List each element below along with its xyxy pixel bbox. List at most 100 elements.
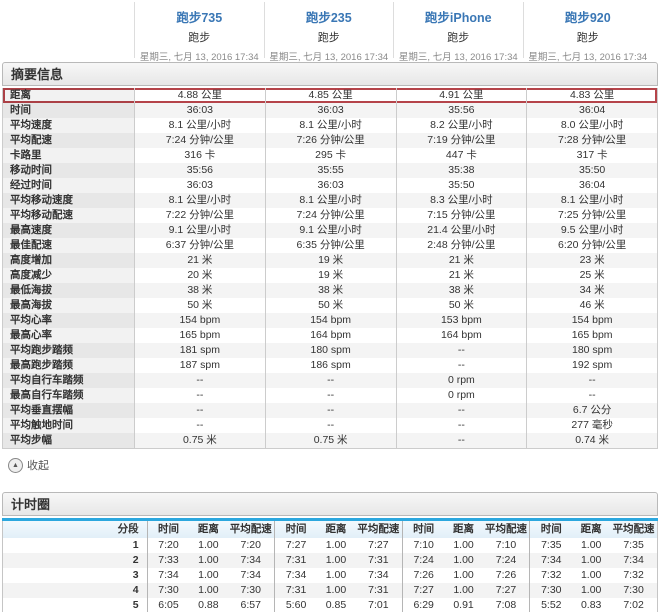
metric-value-col1: 181 spm <box>134 343 265 358</box>
metric-value-col2: 38 米 <box>264 283 396 298</box>
metric-label: 平均垂直摆幅 <box>3 403 134 418</box>
summary-section-header: 摘要信息 <box>2 62 658 86</box>
summary-row[interactable]: 最佳配速 6:37 分钟/公里 6:35 分钟/公里 2:48 分钟/公里 6:20 分… <box>3 238 657 253</box>
summary-row[interactable]: 卡路里 316 卡 295 卡 447 卡 317 卡 <box>3 148 657 163</box>
summary-row[interactable]: 平均垂直摆幅 -- -- -- 6.7 公分 <box>3 403 657 418</box>
summary-row[interactable]: 最低海拔 38 米 38 米 38 米 34 米 <box>3 283 657 298</box>
lap-group-col4: 5:52 0.83 7:02 <box>529 598 657 612</box>
metric-value-col3: -- <box>395 343 527 358</box>
metric-label: 平均跑步踏频 <box>3 343 134 358</box>
lap-group-col1: 7:20 1.00 7:20 <box>146 538 275 553</box>
lap-time: 7:30 <box>541 584 562 596</box>
lap-pace: 7:34 <box>623 554 644 566</box>
metric-label: 最高跑步踏频 <box>3 358 134 373</box>
metric-value-col4: 4.83 公里 <box>526 88 657 103</box>
summary-row[interactable]: 平均步幅 0.75 米 0.75 米 -- 0.74 米 <box>3 433 657 448</box>
lap-time: 6:29 <box>413 599 434 611</box>
lap-group-col4: 7:35 1.00 7:35 <box>529 538 657 553</box>
summary-row[interactable]: 高度减少 20 米 19 米 21 米 25 米 <box>3 268 657 283</box>
lap-time: 7:31 <box>285 584 307 596</box>
lap-time: 7:10 <box>413 539 434 551</box>
lap-group-col2: 5:60 0.85 7:01 <box>274 598 402 612</box>
metric-value-col3: 8.2 公里/小时 <box>395 118 527 133</box>
activity-name-link[interactable]: 跑步920 <box>524 7 653 26</box>
metric-value-col1: 50 米 <box>134 298 265 313</box>
summary-row[interactable]: 移动时间 35:56 35:55 35:38 35:50 <box>3 163 657 178</box>
summary-row[interactable]: 平均心率 154 bpm 154 bpm 153 bpm 154 bpm <box>3 313 657 328</box>
lap-group-col3: 7:27 1.00 7:27 <box>401 583 530 598</box>
summary-row[interactable]: 最高自行车踏频 -- -- 0 rpm -- <box>3 388 657 403</box>
metric-value-col2: -- <box>264 403 396 418</box>
metric-value-col3: 35:56 <box>395 103 527 118</box>
collapse-label: 收起 <box>27 460 49 472</box>
metric-label: 最高心率 <box>3 328 134 343</box>
summary-table: 距离 4.88 公里 4.85 公里 4.91 公里 4.83 公里 时间 36:03 36:… <box>2 88 658 449</box>
metric-label: 平均心率 <box>3 313 134 328</box>
summary-row[interactable]: 最高跑步踏频 187 spm 186 spm -- 192 spm <box>3 358 657 373</box>
laps-pace-header: 平均配速 <box>229 523 272 535</box>
lap-distance: 1.00 <box>453 554 474 566</box>
summary-row[interactable]: 平均移动配速 7:22 分钟/公里 7:24 分钟/公里 7:15 分钟/公里 7:25… <box>3 208 657 223</box>
metric-value-col4: 317 卡 <box>526 148 657 163</box>
metric-label: 最低海拔 <box>3 283 134 298</box>
metric-value-col2: 9.1 公里/小时 <box>264 223 396 238</box>
metric-value-col2: 154 bpm <box>264 313 396 328</box>
summary-row[interactable]: 平均自行车踏频 -- -- 0 rpm -- <box>3 373 657 388</box>
summary-row[interactable]: 平均速度 8.1 公里/小时 8.1 公里/小时 8.2 公里/小时 8.0 公里/小时 <box>3 118 657 133</box>
metric-value-col4: 7:25 分钟/公里 <box>526 208 657 223</box>
activity-name-link[interactable]: 跑步735 <box>135 7 264 26</box>
summary-row[interactable]: 时间 36:03 36:03 35:56 36:04 <box>3 103 657 118</box>
metric-value-col1: 7:24 分钟/公里 <box>134 133 265 148</box>
metric-value-col2: 36:03 <box>264 178 396 193</box>
lap-distance: 0.85 <box>325 599 347 611</box>
metric-value-col4: 8.0 公里/小时 <box>526 118 657 133</box>
summary-row[interactable]: 经过时间 36:03 36:03 35:50 36:04 <box>3 178 657 193</box>
lap-distance: 1.00 <box>198 569 219 581</box>
metric-value-col1: 4.88 公里 <box>134 88 265 103</box>
summary-row[interactable]: 平均配速 7:24 分钟/公里 7:26 分钟/公里 7:19 分钟/公里 7:28 分… <box>3 133 657 148</box>
laps-distance-header: 距离 <box>453 523 475 535</box>
lap-pace: 6:57 <box>240 599 261 611</box>
summary-row[interactable]: 最高心率 165 bpm 164 bpm 164 bpm 165 bpm <box>3 328 657 343</box>
lap-pace: 7:31 <box>368 584 389 596</box>
activity-type-label: 跑步 <box>317 32 340 44</box>
lap-distance: 1.00 <box>325 539 347 551</box>
summary-row[interactable]: 高度增加 21 米 19 米 21 米 23 米 <box>3 253 657 268</box>
lap-distance: 1.00 <box>453 539 474 551</box>
metric-label: 平均移动速度 <box>3 193 134 208</box>
activity-column-header-1: 跑步735 跑步 星期三, 七月 13, 2016 17:34 <box>134 2 264 63</box>
lap-group-col2: 7:27 1.00 7:27 <box>274 538 402 553</box>
metric-label: 平均移动配速 <box>3 208 134 223</box>
lap-pace: 7:24 <box>495 554 517 566</box>
metric-value-col2: 8.1 公里/小时 <box>264 193 396 208</box>
metric-value-col4: 165 bpm <box>526 328 657 343</box>
metric-value-col4: 36:04 <box>526 178 657 193</box>
lap-group-col2: 7:31 1.00 7:31 <box>274 583 402 598</box>
metric-value-col1: 8.1 公里/小时 <box>134 118 265 133</box>
metric-value-col1: 36:03 <box>134 178 265 193</box>
summary-row[interactable]: 平均跑步踏频 181 spm 180 spm -- 180 spm <box>3 343 657 358</box>
metric-value-col3: 35:50 <box>395 178 527 193</box>
metric-value-col1: 20 米 <box>134 268 265 283</box>
lap-time: 7:20 <box>158 539 179 551</box>
metric-value-col3: 50 米 <box>395 298 527 313</box>
activity-name-link[interactable]: 跑步iPhone <box>394 7 523 26</box>
metric-value-col1: -- <box>134 418 265 433</box>
laps-header-group-3: 时间 距离 平均配速 <box>401 521 530 538</box>
activity-date-label: 星期三, 七月 13, 2016 17:34 <box>398 52 518 63</box>
summary-row[interactable]: 最高海拔 50 米 50 米 50 米 46 米 <box>3 298 657 313</box>
summary-row[interactable]: 平均触地时间 -- -- -- 277 毫秒 <box>3 418 657 433</box>
metric-value-col3: 7:15 分钟/公里 <box>395 208 527 223</box>
summary-row[interactable]: 平均移动速度 8.1 公里/小时 8.1 公里/小时 8.3 公里/小时 8.1 公里/… <box>3 193 657 208</box>
summary-row[interactable]: 距离 4.88 公里 4.85 公里 4.91 公里 4.83 公里 <box>3 88 657 103</box>
metric-value-col1: 165 bpm <box>134 328 265 343</box>
laps-body: 1 7:20 1.00 7:20 7:27 1.00 7:27 7:10 1.00 7:10 7:3… <box>3 538 657 612</box>
metric-value-col2: 0.75 米 <box>264 433 396 448</box>
collapse-up-icon: ▲ <box>8 457 23 473</box>
lap-pace: 7:34 <box>240 554 261 566</box>
collapse-control[interactable]: ▲ 收起 <box>8 457 49 473</box>
summary-row[interactable]: 最高速度 9.1 公里/小时 9.1 公里/小时 21.4 公里/小时 9.5 公里/小… <box>3 223 657 238</box>
activity-name-link[interactable]: 跑步235 <box>265 7 394 26</box>
lap-distance: 1.00 <box>580 554 602 566</box>
lap-row: 2 7:33 1.00 7:34 7:31 1.00 7:31 7:24 1.00 7:24 7:3… <box>3 553 657 568</box>
